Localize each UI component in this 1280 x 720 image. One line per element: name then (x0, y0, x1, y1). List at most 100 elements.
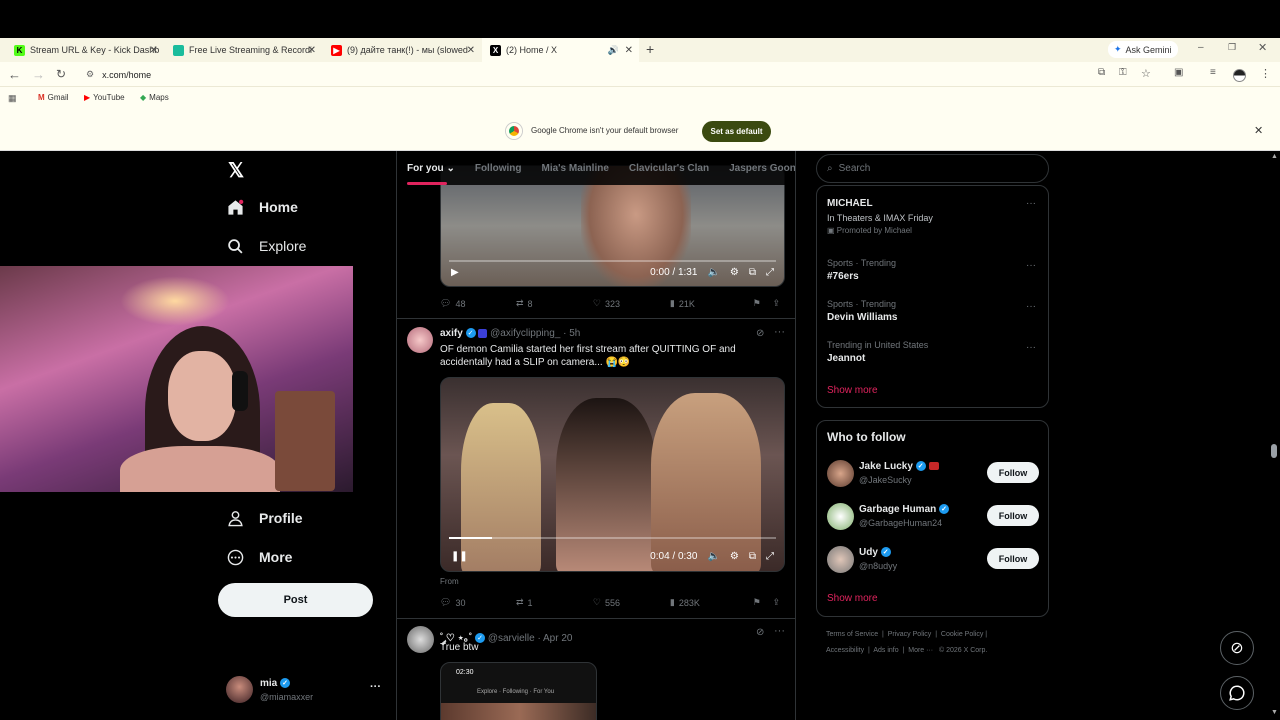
tab-jaspers-goons[interactable]: Jaspers Goons (729, 163, 795, 174)
follow-suggestion[interactable]: Jake Lucky ✓ @JakeSucky Follow (827, 457, 1039, 491)
close-tab-icon[interactable]: ✕ (467, 45, 475, 56)
reply-button[interactable]: 💬︎ 48 (440, 298, 516, 309)
footer-link[interactable]: Privacy Policy (888, 631, 932, 638)
account-switcher[interactable]: mia ✓ @miamaxxer ··· (226, 676, 386, 706)
post-video[interactable]: ❚❚ 0:04 / 0:30 🔈 ⚙ ⧉ ⤢ (440, 377, 785, 572)
grok-button[interactable]: ⊘ (1220, 631, 1254, 665)
kebab-menu-icon[interactable]: ⋮ (1260, 67, 1271, 80)
tab-claviculars-clan[interactable]: Clavicular's Clan (629, 163, 709, 174)
trend-item[interactable]: Sports · Trending Devin Williams (827, 299, 898, 323)
follow-button[interactable]: Follow (987, 505, 1039, 526)
nav-more[interactable]: More (226, 548, 292, 566)
audio-playing-icon[interactable]: 🔊 (608, 45, 619, 56)
tab-mias-mainline[interactable]: Mia's Mainline (542, 163, 609, 174)
share-icon[interactable]: ⇪ (772, 298, 780, 309)
grok-icon[interactable]: ⊘ (756, 627, 764, 638)
forward-icon[interactable]: → (32, 67, 45, 82)
profile-avatar-icon[interactable] (1233, 69, 1246, 82)
nav-explore[interactable]: Explore (226, 237, 306, 255)
window-close-icon[interactable]: ✕ (1258, 41, 1267, 54)
share-icon[interactable]: ⇪ (772, 597, 780, 608)
password-key-icon[interactable]: ⚿ (1119, 67, 1127, 78)
footer-link[interactable]: Accessibility (826, 647, 864, 654)
scroll-up-icon[interactable]: ▲ (1271, 153, 1278, 160)
x-logo-icon[interactable]: 𝕏 (226, 160, 246, 182)
bookmark-youtube[interactable]: ▶ YouTube (84, 93, 125, 102)
grok-icon[interactable]: ⊘ (756, 328, 764, 339)
fullscreen-icon[interactable]: ⤢ (766, 551, 774, 562)
infobar-close-icon[interactable]: ✕ (1254, 124, 1263, 137)
tab-youtube[interactable]: ▶ (9) дайте танк(!) - мы (slowed ✕ (323, 38, 481, 62)
back-icon[interactable]: ← (8, 67, 21, 82)
trend-menu-icon[interactable]: ··· (1026, 301, 1036, 312)
show-more-link[interactable]: Show more (827, 385, 878, 396)
fullscreen-icon[interactable]: ⤢ (766, 267, 774, 278)
follow-button[interactable]: Follow (987, 548, 1039, 569)
follow-suggestion[interactable]: Garbage Human ✓ @GarbageHuman24 Follow (827, 500, 1039, 534)
tab-free-streaming[interactable]: Free Live Streaming & Recordi ✕ (165, 38, 322, 62)
like-button[interactable]: ♡ 556 (593, 597, 670, 608)
settings-gear-icon[interactable]: ⚙ (730, 267, 739, 278)
post-menu-icon[interactable]: ··· (774, 625, 785, 637)
scroll-down-icon[interactable]: ▼ (1271, 709, 1278, 716)
bookmark-gmail[interactable]: M Gmail (38, 93, 69, 102)
reload-icon[interactable]: ↻ (56, 67, 66, 81)
trend-menu-icon[interactable]: ··· (1026, 260, 1036, 271)
bookmark-maps[interactable]: ◆ Maps (140, 93, 169, 102)
bookmark-icon[interactable]: ⚑ (753, 298, 773, 309)
tab-for-you[interactable]: For you ⌄ (407, 163, 455, 185)
post-menu-icon[interactable]: ··· (774, 326, 785, 338)
follow-suggestion[interactable]: Udy ✓ @n8udyy Follow (827, 543, 1039, 577)
like-button[interactable]: ♡ 323 (593, 298, 670, 309)
post-time[interactable]: · Apr 20 (537, 633, 572, 644)
repost-button[interactable]: ⇄ 1 (516, 597, 593, 608)
picture-in-picture-icon[interactable]: ⧉ (749, 267, 756, 278)
tab-kick-dashboard[interactable]: K Stream URL & Key - Kick Dashb ✕ (6, 38, 164, 62)
footer-link[interactable]: Ads info (873, 647, 898, 654)
footer-link[interactable]: Cookie Policy (941, 631, 983, 638)
trend-item[interactable]: Trending in United States Jeannot (827, 340, 928, 364)
picture-in-picture-icon[interactable]: ⧉ (749, 551, 756, 562)
footer-link[interactable]: Terms of Service (826, 631, 878, 638)
bookmark-icon[interactable]: ⚑ (753, 597, 773, 608)
omnibox[interactable]: ⚙ x.com/home (78, 65, 1090, 84)
author-handle[interactable]: @sarvielle (488, 633, 535, 644)
follow-button[interactable]: Follow (987, 462, 1039, 483)
bookmark-star-icon[interactable]: ☆ (1141, 67, 1151, 80)
reply-button[interactable]: 💬︎ 30 (440, 597, 516, 608)
page-scrollbar[interactable]: ▲ ▼ (1268, 151, 1280, 720)
views-button[interactable]: ▮ 283K (670, 597, 753, 608)
side-panel-icon[interactable]: ▣ (1174, 67, 1183, 78)
nav-profile[interactable]: Profile (226, 509, 303, 527)
minimize-icon[interactable]: – (1198, 42, 1204, 53)
footer-link[interactable]: More ··· (908, 647, 933, 654)
scrollbar-thumb[interactable] (1271, 444, 1277, 458)
close-tab-icon[interactable]: ✕ (625, 45, 633, 56)
site-info-icon[interactable]: ⚙ (86, 69, 94, 80)
trend-menu-icon[interactable]: ··· (1026, 342, 1036, 353)
install-app-icon[interactable]: ⧉ (1098, 67, 1105, 78)
play-icon[interactable]: ▶ (451, 267, 459, 278)
show-more-link[interactable]: Show more (827, 593, 878, 604)
post-image[interactable]: 02:30 Explore · Following · For You (440, 662, 597, 720)
avatar[interactable] (407, 327, 433, 353)
avatar[interactable] (407, 626, 434, 653)
video-progress-bar[interactable] (449, 537, 776, 539)
messages-button[interactable] (1220, 676, 1254, 710)
post-time[interactable]: · 5h (563, 328, 580, 339)
volume-icon[interactable]: 🔈 (707, 551, 719, 562)
media-controls-icon[interactable]: ≡ (1210, 67, 1216, 78)
trend-menu-icon[interactable]: ··· (1026, 198, 1036, 209)
tab-following[interactable]: Following (475, 163, 522, 174)
settings-gear-icon[interactable]: ⚙ (730, 551, 739, 562)
trend-item[interactable]: MICHAEL In Theaters & IMAX Friday ▣ Prom… (827, 198, 933, 235)
close-tab-icon[interactable]: ✕ (308, 45, 316, 56)
account-menu-icon[interactable]: ··· (370, 681, 381, 693)
post-button[interactable]: Post (218, 583, 373, 617)
close-tab-icon[interactable]: ✕ (150, 45, 158, 56)
author-handle[interactable]: @axifyclipping_ (490, 328, 560, 339)
new-tab-icon[interactable]: + (646, 41, 654, 57)
set-as-default-button[interactable]: Set as default (702, 121, 771, 142)
author-name[interactable]: axify (440, 328, 463, 339)
ask-gemini-button[interactable]: ✦ Ask Gemini (1108, 41, 1178, 58)
